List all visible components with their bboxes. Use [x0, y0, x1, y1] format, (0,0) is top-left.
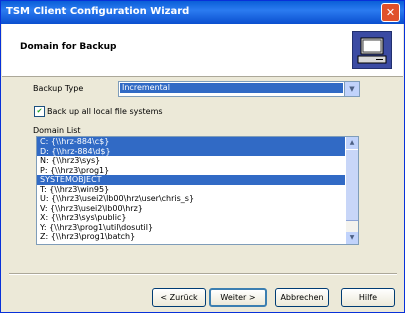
list-item[interactable]: SYSTEMOBJECT — [37, 175, 345, 185]
list-item[interactable]: X: {\\hrz3\sys\public} — [37, 213, 345, 223]
computer-icon — [352, 31, 392, 69]
list-item[interactable]: Z: {\\hrz3\prog1\batch} — [37, 232, 345, 242]
backup-all-checkbox[interactable]: ✔ — [34, 106, 45, 117]
scroll-thumb[interactable] — [346, 149, 358, 221]
list-item[interactable]: U: {\\hrz3\usei2\lb00\hrz\user\chris_s} — [37, 194, 345, 204]
backup-type-value: Incremental — [120, 83, 343, 93]
footer-separator — [9, 273, 397, 275]
list-item[interactable]: V: {\\hrz3\usei2\lb00\hrz} — [37, 204, 345, 214]
wizard-window: TSM Client Configuration Wizard ✕ Domain… — [0, 0, 405, 313]
help-button[interactable]: Hilfe — [341, 288, 395, 307]
window-title: TSM Client Configuration Wizard — [6, 6, 190, 17]
scroll-up-arrow-icon[interactable]: ▲ — [346, 137, 358, 149]
close-icon: ✕ — [385, 6, 396, 19]
list-item[interactable]: C: {\\hrz-884\c$} — [37, 137, 345, 147]
title-bar: TSM Client Configuration Wizard ✕ — [1, 1, 404, 24]
list-item[interactable]: D: {\\hrz-884\d$} — [37, 146, 345, 156]
domain-listbox[interactable]: C: {\\hrz-884\c$} D: {\\hrz-884\d$} N: {\\… — [36, 136, 359, 245]
cancel-button[interactable]: Abbrechen — [275, 288, 329, 307]
wizard-header: Domain for Backup — [2, 24, 403, 77]
close-button[interactable]: ✕ — [381, 3, 400, 22]
page-title: Domain for Backup — [20, 42, 117, 52]
list-item[interactable]: N: {\\hrz3\sys} — [37, 156, 345, 166]
backup-type-label: Backup Type — [33, 84, 84, 93]
list-item[interactable]: Y: {\\hrz3\prog1\util\dosutil} — [37, 223, 345, 233]
next-button[interactable]: Weiter > — [209, 288, 267, 307]
backup-type-select[interactable]: Incremental ▼ — [118, 81, 360, 97]
backup-all-label: Back up all local file systems — [47, 107, 163, 116]
list-item[interactable]: P: {\\hrz3\prog1} — [37, 166, 345, 176]
list-item[interactable]: T: {\\hrz3\win95} — [37, 185, 345, 195]
scroll-down-arrow-icon[interactable]: ▼ — [346, 232, 358, 244]
back-button[interactable]: < Zurück — [152, 288, 206, 307]
scrollbar[interactable]: ▲ ▼ — [346, 137, 358, 244]
domain-list-label: Domain List — [33, 126, 81, 135]
chevron-down-icon[interactable]: ▼ — [344, 82, 359, 96]
